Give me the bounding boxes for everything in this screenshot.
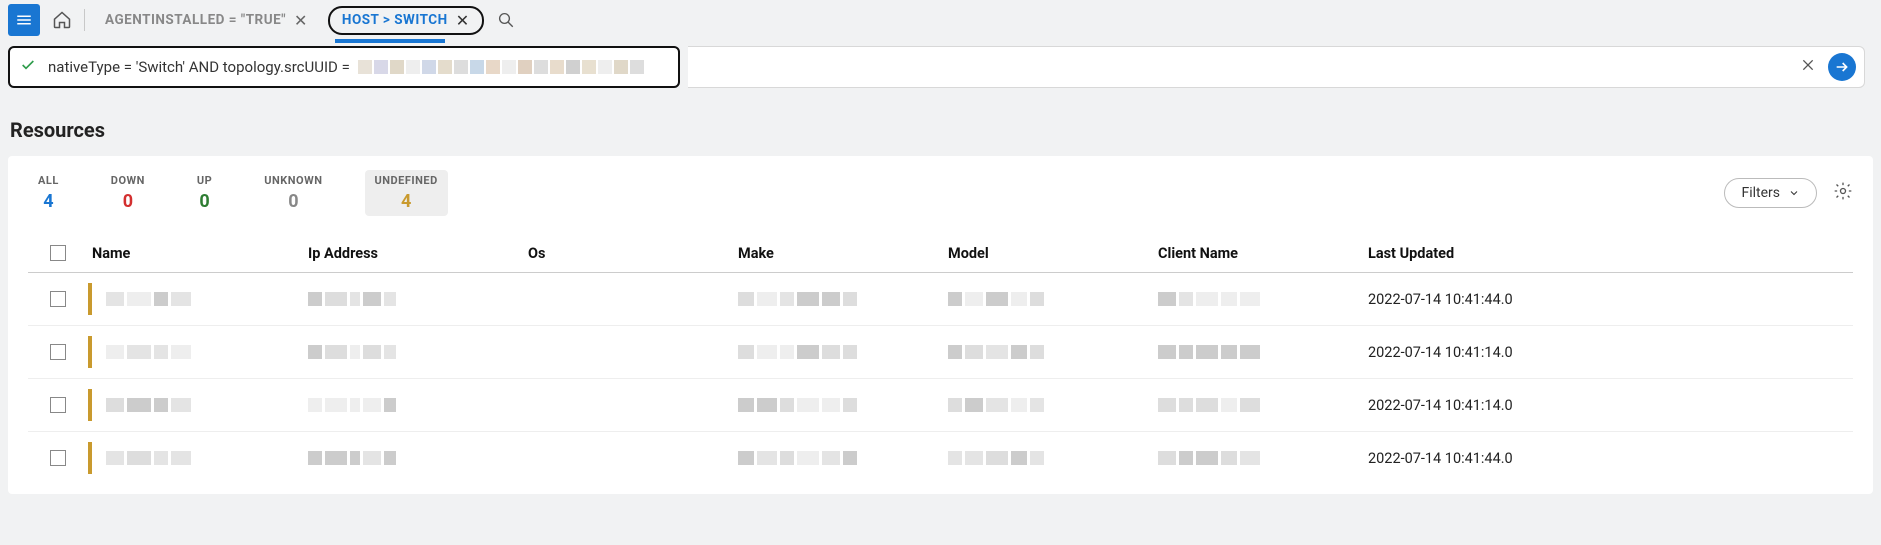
redacted-value xyxy=(738,345,948,359)
status-count: 0 xyxy=(123,191,133,212)
status-row: ALL 4 DOWN 0 UP 0 UNKNOWN 0 UNDEFINED 4 Filters xyxy=(28,170,1853,216)
status-count: 0 xyxy=(288,191,298,212)
topbar: AGENTINSTALLED = "TRUE" ✕ HOST > SWITCH … xyxy=(0,0,1881,40)
col-updated[interactable]: Last Updated xyxy=(1368,245,1853,262)
tab-label: AGENTINSTALLED = "TRUE" xyxy=(105,12,286,28)
hamburger-menu-button[interactable] xyxy=(8,4,40,36)
redacted-value xyxy=(106,451,191,465)
filters-label: Filters xyxy=(1741,185,1780,201)
redacted-value xyxy=(948,451,1158,465)
redacted-value xyxy=(738,398,948,412)
status-count: 0 xyxy=(199,191,209,212)
redacted-value xyxy=(106,292,191,306)
redacted-value xyxy=(948,292,1158,306)
panel-actions: Filters xyxy=(1724,178,1853,208)
query-bar[interactable]: nativeType = 'Switch' AND topology.srcUU… xyxy=(8,46,680,88)
hamburger-icon xyxy=(15,11,33,29)
cell-last-updated: 2022-07-14 10:41:44.0 xyxy=(1368,291,1853,308)
col-make[interactable]: Make xyxy=(738,245,948,262)
gear-icon xyxy=(1833,181,1853,201)
search-icon xyxy=(497,11,515,29)
status-marker xyxy=(88,283,92,315)
chevron-down-icon xyxy=(1788,187,1800,199)
status-marker xyxy=(88,389,92,421)
home-button[interactable] xyxy=(50,8,74,32)
redacted-value xyxy=(1158,292,1368,306)
run-query-button[interactable] xyxy=(1828,53,1856,81)
col-name[interactable]: Name xyxy=(92,245,130,262)
query-bar-extension xyxy=(688,46,1865,88)
search-button[interactable] xyxy=(494,8,518,32)
redacted-value xyxy=(308,398,528,412)
row-checkbox[interactable] xyxy=(50,450,66,466)
status-tab-all[interactable]: ALL 4 xyxy=(28,170,69,216)
redacted-value xyxy=(106,345,191,359)
cell-last-updated: 2022-07-14 10:41:14.0 xyxy=(1368,344,1853,361)
divider xyxy=(84,9,85,31)
query-text: nativeType = 'Switch' AND topology.srcUU… xyxy=(48,58,644,76)
table-row[interactable]: 2022-07-14 10:41:44.0 xyxy=(28,432,1853,484)
home-icon xyxy=(52,10,72,30)
redacted-value xyxy=(948,345,1158,359)
resources-table: Name Ip Address Os Make Model Client Nam… xyxy=(28,234,1853,484)
status-tab-down[interactable]: DOWN 0 xyxy=(101,170,155,216)
page-title: Resources xyxy=(10,118,1881,142)
query-bar-container: nativeType = 'Switch' AND topology.srcUU… xyxy=(8,46,1873,88)
filters-button[interactable]: Filters xyxy=(1724,178,1817,208)
redacted-value xyxy=(1158,398,1368,412)
clear-query-button[interactable] xyxy=(1800,57,1816,77)
select-all-checkbox[interactable] xyxy=(50,245,66,261)
redacted-value xyxy=(738,451,948,465)
status-count: 4 xyxy=(43,191,53,212)
status-label: UP xyxy=(197,174,212,187)
row-checkbox[interactable] xyxy=(50,344,66,360)
status-tab-unknown[interactable]: UNKNOWN 0 xyxy=(254,170,332,216)
status-count: 4 xyxy=(401,191,411,212)
status-marker xyxy=(88,336,92,368)
table-row[interactable]: 2022-07-14 10:41:14.0 xyxy=(28,379,1853,432)
redacted-value xyxy=(106,398,191,412)
resources-panel: ALL 4 DOWN 0 UP 0 UNKNOWN 0 UNDEFINED 4 Filters N… xyxy=(8,156,1873,494)
status-marker xyxy=(88,442,92,474)
col-ip[interactable]: Ip Address xyxy=(308,245,528,262)
status-label: ALL xyxy=(38,174,59,187)
tab-label: HOST > SWITCH xyxy=(342,12,448,28)
tab-agentinstalled[interactable]: AGENTINSTALLED = "TRUE" ✕ xyxy=(95,7,318,34)
redacted-value xyxy=(308,292,528,306)
status-tab-undefined[interactable]: UNDEFINED 4 xyxy=(365,170,448,216)
row-checkbox[interactable] xyxy=(50,397,66,413)
redacted-value xyxy=(738,292,948,306)
settings-button[interactable] xyxy=(1833,181,1853,205)
tab-host-switch[interactable]: HOST > SWITCH ✕ xyxy=(328,6,484,35)
redacted-value xyxy=(1158,345,1368,359)
cell-last-updated: 2022-07-14 10:41:44.0 xyxy=(1368,450,1853,467)
redacted-value xyxy=(308,451,528,465)
status-label: UNKNOWN xyxy=(264,174,322,187)
redacted-value xyxy=(358,60,644,74)
col-os[interactable]: Os xyxy=(528,245,738,262)
redacted-value xyxy=(1158,451,1368,465)
status-tab-up[interactable]: UP 0 xyxy=(187,170,222,216)
close-icon[interactable]: ✕ xyxy=(456,11,470,30)
status-label: UNDEFINED xyxy=(375,174,438,187)
table-row[interactable]: 2022-07-14 10:41:14.0 xyxy=(28,326,1853,379)
close-icon[interactable]: ✕ xyxy=(294,11,308,30)
status-label: DOWN xyxy=(111,174,145,187)
status-tabs: ALL 4 DOWN 0 UP 0 UNKNOWN 0 UNDEFINED 4 xyxy=(28,170,448,216)
query-text-value: nativeType = 'Switch' AND topology.srcUU… xyxy=(48,58,350,76)
active-tab-underline xyxy=(335,39,445,43)
close-icon xyxy=(1800,57,1816,73)
col-client[interactable]: Client Name xyxy=(1158,245,1368,262)
row-checkbox[interactable] xyxy=(50,291,66,307)
arrow-right-icon xyxy=(1834,59,1850,75)
redacted-value xyxy=(948,398,1158,412)
table-row[interactable]: 2022-07-14 10:41:44.0 xyxy=(28,273,1853,326)
table-header: Name Ip Address Os Make Model Client Nam… xyxy=(28,234,1853,273)
check-icon xyxy=(20,57,36,77)
redacted-value xyxy=(308,345,528,359)
cell-last-updated: 2022-07-14 10:41:14.0 xyxy=(1368,397,1853,414)
col-model[interactable]: Model xyxy=(948,245,1158,262)
